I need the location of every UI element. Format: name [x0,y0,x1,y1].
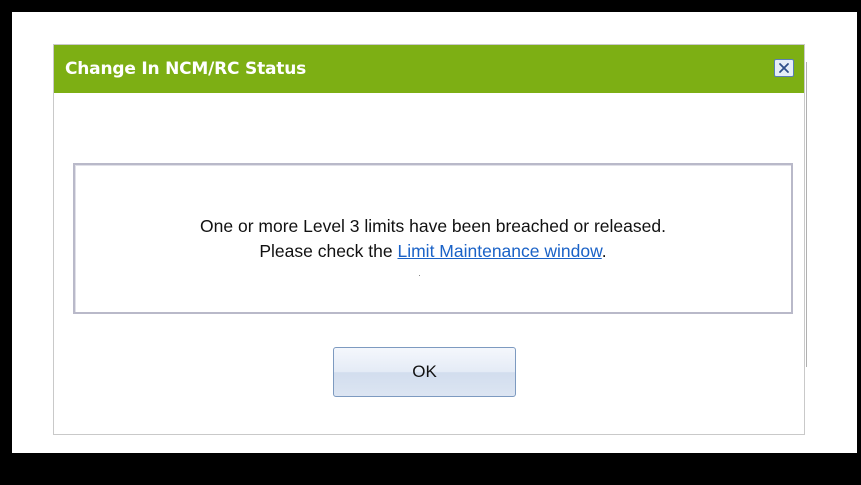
ok-button[interactable]: OK [333,347,516,397]
close-button[interactable] [774,59,794,77]
dialog-titlebar: Change In NCM/RC Status [54,45,804,93]
close-icon [779,63,789,73]
dialog-title: Change In NCM/RC Status [65,59,307,79]
message-prefix: Please check the [259,240,398,261]
canvas: Change In NCM/RC Status One or more Leve… [12,12,857,453]
message-suffix: . [601,240,607,261]
stray-dot [419,275,420,276]
background-window-edge [806,62,807,367]
message-panel: One or more Level 3 limits have been bre… [73,163,793,314]
status-change-dialog: Change In NCM/RC Status One or more Leve… [53,44,805,435]
message-line-1: One or more Level 3 limits have been bre… [200,215,666,236]
message-line-2: Please check the Limit Maintenance windo… [259,239,606,264]
limit-maintenance-link[interactable]: Limit Maintenance window [397,241,601,261]
